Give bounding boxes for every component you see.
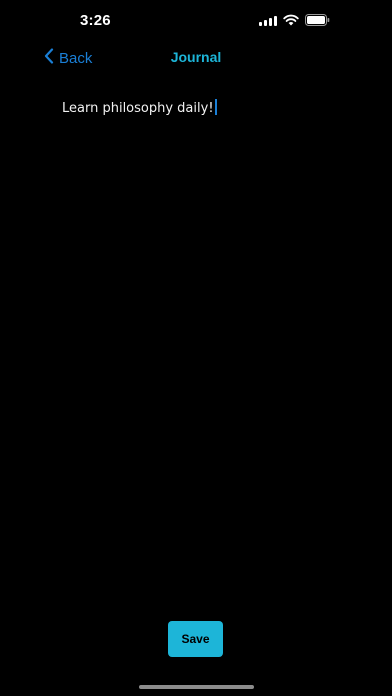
signal-icon bbox=[259, 15, 277, 26]
nav-bar: Back Journal bbox=[0, 44, 392, 70]
text-cursor bbox=[214, 99, 217, 115]
page-title: Journal bbox=[170, 49, 222, 65]
journal-text-editor[interactable]: Learn philosophy daily! bbox=[62, 98, 362, 578]
journal-text: Learn philosophy daily! bbox=[62, 101, 214, 116]
save-label: Save bbox=[181, 632, 210, 646]
save-button[interactable]: Save bbox=[168, 621, 223, 657]
battery-icon bbox=[305, 14, 330, 26]
home-indicator[interactable] bbox=[139, 685, 254, 689]
status-time: 3:26 bbox=[80, 12, 111, 29]
wifi-icon bbox=[283, 14, 299, 26]
status-bar: 3:26 bbox=[0, 0, 392, 44]
status-icons bbox=[259, 14, 330, 26]
